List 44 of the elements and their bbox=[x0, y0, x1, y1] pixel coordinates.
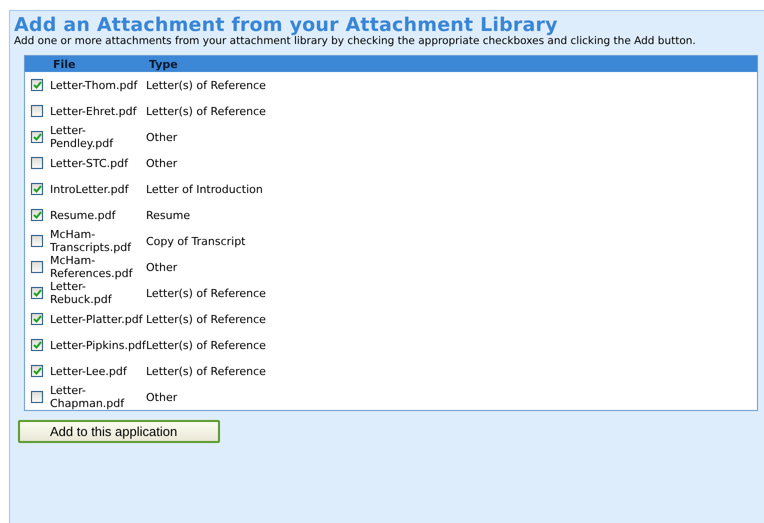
file-type: Copy of Transcript bbox=[146, 234, 246, 248]
file-name: Letter-Pendley.pdf bbox=[50, 124, 114, 150]
file-name: Letter-Thom.pdf bbox=[50, 78, 139, 92]
file-name: IntroLetter.pdf bbox=[50, 182, 130, 196]
file-type: Resume bbox=[146, 208, 190, 222]
column-header: File bbox=[53, 58, 77, 70]
instructions-text: Add one or more attachments from your attachment library by checking the appropriate checkboxes and clicking the Add button. bbox=[14, 35, 697, 47]
file-name: McHam-Transcripts.pdf bbox=[50, 228, 132, 254]
checkbox[interactable] bbox=[31, 391, 43, 403]
column-header: Type bbox=[149, 58, 178, 70]
checkbox[interactable] bbox=[31, 105, 43, 117]
file-name: Letter-Rebuck.pdf bbox=[50, 280, 113, 306]
file-type: Letter(s) of Reference bbox=[146, 312, 266, 326]
file-type: Letter(s) of Reference bbox=[146, 78, 266, 92]
file-name: Letter-Pipkins.pdf bbox=[50, 338, 146, 352]
checkbox[interactable] bbox=[31, 157, 43, 169]
checkbox[interactable] bbox=[31, 339, 43, 351]
file-type: Letter(s) of Reference bbox=[146, 364, 266, 378]
file-type: Letter of Introduction bbox=[146, 182, 263, 196]
add-button[interactable]: Add to this application bbox=[18, 420, 220, 443]
page-title: Add an Attachment from your Attachment Library bbox=[14, 15, 559, 35]
file-name: Letter-Chapman.pdf bbox=[50, 384, 126, 410]
file-type: Other bbox=[146, 130, 178, 144]
checkbox[interactable] bbox=[31, 183, 43, 195]
file-type: Other bbox=[146, 156, 178, 170]
file-type: Letter(s) of Reference bbox=[146, 286, 266, 300]
checkbox[interactable] bbox=[31, 131, 43, 143]
file-name: Resume.pdf bbox=[50, 208, 117, 222]
file-name: Letter-Platter.pdf bbox=[50, 312, 144, 326]
checkbox[interactable] bbox=[31, 365, 43, 377]
checkbox[interactable] bbox=[31, 209, 43, 221]
file-type: Other bbox=[146, 390, 178, 404]
file-name: Letter-Lee.pdf bbox=[50, 364, 128, 378]
file-name: Letter-STC.pdf bbox=[50, 156, 130, 170]
file-type: Letter(s) of Reference bbox=[146, 338, 266, 352]
file-type: Letter(s) of Reference bbox=[146, 104, 266, 118]
checkbox[interactable] bbox=[31, 79, 43, 91]
checkbox[interactable] bbox=[31, 287, 43, 299]
checkbox[interactable] bbox=[31, 313, 43, 325]
file-type: Other bbox=[146, 260, 178, 274]
file-name: McHam-References.pdf bbox=[50, 254, 134, 280]
file-name: Letter-Ehret.pdf bbox=[50, 104, 138, 118]
checkbox[interactable] bbox=[31, 235, 43, 247]
checkbox[interactable] bbox=[31, 261, 43, 273]
